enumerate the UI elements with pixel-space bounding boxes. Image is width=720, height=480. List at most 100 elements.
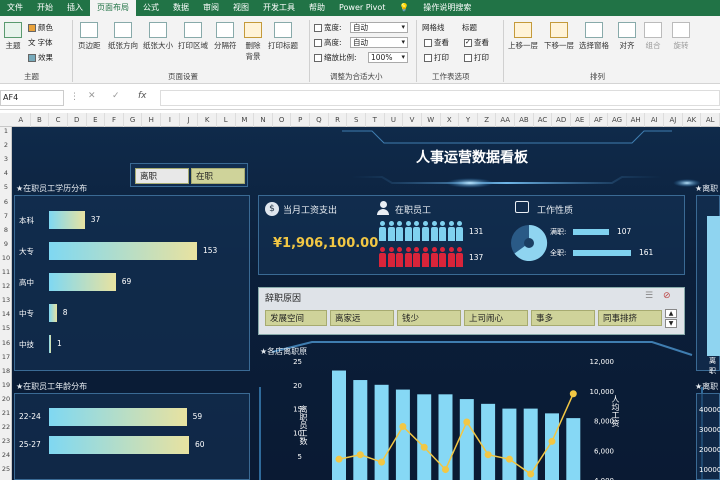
column-header[interactable]: AF	[590, 113, 609, 127]
row-header[interactable]: 22	[0, 423, 12, 431]
gridlines-print-checkbox[interactable]: 打印	[424, 52, 449, 63]
tab-insert[interactable]: 插入	[60, 0, 90, 16]
column-header[interactable]: AL	[701, 113, 720, 127]
column-header[interactable]: E	[87, 113, 106, 127]
headings-view-checkbox[interactable]: 查看	[464, 37, 489, 48]
column-header[interactable]: C	[49, 113, 68, 127]
row-header[interactable]: 8	[0, 226, 12, 234]
column-header[interactable]: Z	[478, 113, 497, 127]
resign-item-2[interactable]: 钱少	[397, 310, 461, 326]
slicer-resigned[interactable]: 离职	[135, 168, 189, 184]
send-backward-button[interactable]: 下移一层	[544, 22, 574, 51]
row-header[interactable]: 24	[0, 451, 12, 459]
effects-button[interactable]: 效果	[28, 52, 53, 63]
resign-item-0[interactable]: 发展空间	[265, 310, 327, 326]
column-header[interactable]: J	[180, 113, 199, 127]
row-header[interactable]: 6	[0, 198, 12, 206]
row-header[interactable]: 14	[0, 310, 12, 318]
row-header[interactable]: 10	[0, 254, 12, 262]
enter-icon[interactable]: ✓	[112, 91, 120, 101]
row-header[interactable]: 17	[0, 353, 12, 361]
column-header[interactable]: R	[329, 113, 348, 127]
column-header[interactable]: T	[366, 113, 385, 127]
tell-me-search[interactable]: 操作说明搜索	[416, 0, 478, 16]
name-box[interactable]: AF4	[0, 90, 64, 106]
row-header[interactable]: 1	[0, 127, 12, 135]
column-header[interactable]: A	[12, 113, 31, 127]
column-header[interactable]: AB	[515, 113, 534, 127]
delete-background-button[interactable]: 删除 背景	[244, 22, 262, 62]
column-header[interactable]: Q	[310, 113, 329, 127]
tab-review[interactable]: 审阅	[196, 0, 226, 16]
tab-page-layout[interactable]: 页面布局	[90, 0, 136, 16]
breaks-button[interactable]: 分隔符	[214, 22, 237, 51]
column-header[interactable]: K	[198, 113, 217, 127]
row-header[interactable]: 19	[0, 381, 12, 389]
resign-item-1[interactable]: 离家远	[330, 310, 394, 326]
column-header[interactable]: P	[291, 113, 311, 127]
column-header[interactable]: AK	[683, 113, 702, 127]
column-header[interactable]: O	[273, 113, 292, 127]
row-header[interactable]: 18	[0, 367, 12, 375]
column-header[interactable]: U	[385, 113, 404, 127]
column-header[interactable]: AA	[496, 113, 516, 127]
row-header[interactable]: 9	[0, 240, 12, 248]
print-titles-button[interactable]: 打印标题	[268, 22, 298, 51]
row-header[interactable]: 11	[0, 268, 12, 276]
selection-pane-button[interactable]: 选择窗格	[579, 22, 609, 51]
tab-data[interactable]: 数据	[166, 0, 196, 16]
row-header[interactable]: 25	[0, 465, 12, 473]
width-select[interactable]: 自动	[350, 22, 408, 33]
cancel-icon[interactable]: ✕	[88, 91, 96, 101]
resign-item-3[interactable]: 上司闹心	[464, 310, 528, 326]
column-header[interactable]: W	[422, 113, 441, 127]
slicer-employed[interactable]: 在职	[191, 168, 245, 184]
resign-item-5[interactable]: 同事排挤	[598, 310, 662, 326]
column-header[interactable]: D	[68, 113, 87, 127]
row-header[interactable]: 21	[0, 409, 12, 417]
margins-button[interactable]: 页边距	[78, 22, 101, 51]
column-header[interactable]: B	[31, 113, 50, 127]
column-header[interactable]: I	[161, 113, 180, 127]
row-header[interactable]: 20	[0, 395, 12, 403]
tab-developer[interactable]: 开发工具	[256, 0, 302, 16]
group-button[interactable]: 组合	[644, 22, 662, 51]
row-header[interactable]: 7	[0, 212, 12, 220]
tab-view[interactable]: 视图	[226, 0, 256, 16]
column-header[interactable]: AI	[645, 113, 665, 127]
tab-file[interactable]: 文件	[0, 0, 30, 16]
tab-formulas[interactable]: 公式	[136, 0, 166, 16]
row-header[interactable]: 3	[0, 155, 12, 163]
column-header[interactable]: V	[403, 113, 422, 127]
column-header[interactable]: AE	[571, 113, 590, 127]
column-header[interactable]: X	[441, 113, 460, 127]
column-header[interactable]: G	[124, 113, 143, 127]
scale-input[interactable]: 100%	[368, 52, 408, 63]
row-header[interactable]: 5	[0, 183, 12, 191]
column-header[interactable]: F	[105, 113, 124, 127]
row-header[interactable]: 16	[0, 339, 12, 347]
column-header[interactable]: AC	[534, 113, 553, 127]
row-header[interactable]: 2	[0, 141, 12, 149]
scroll-up-button[interactable]: ▲	[665, 309, 677, 318]
row-header[interactable]: 15	[0, 324, 12, 332]
gridlines-view-checkbox[interactable]: 查看	[424, 37, 449, 48]
scroll-down-button[interactable]: ▼	[665, 319, 677, 328]
formula-input[interactable]	[160, 90, 720, 106]
column-header[interactable]: AH	[627, 113, 646, 127]
column-header[interactable]: AG	[608, 113, 627, 127]
headings-print-checkbox[interactable]: 打印	[464, 52, 489, 63]
column-header[interactable]: S	[347, 113, 366, 127]
column-header[interactable]: AJ	[664, 113, 683, 127]
column-header[interactable]: H	[142, 113, 162, 127]
resign-item-4[interactable]: 事多	[531, 310, 595, 326]
bring-forward-button[interactable]: 上移一层	[508, 22, 538, 51]
row-header[interactable]: 12	[0, 282, 12, 290]
align-button[interactable]: 对齐	[618, 22, 636, 51]
rotate-button[interactable]: 旋转	[672, 22, 690, 51]
row-header[interactable]: 13	[0, 296, 12, 304]
column-header[interactable]: AD	[552, 113, 571, 127]
column-header[interactable]: Y	[459, 113, 478, 127]
function-icon[interactable]: fx	[138, 91, 147, 101]
row-header[interactable]: 23	[0, 437, 12, 445]
